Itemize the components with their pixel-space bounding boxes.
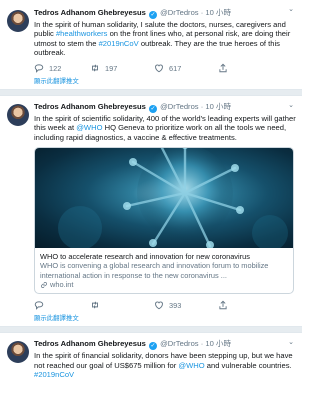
link-card[interactable]: WHO to accelerate research and innovatio… bbox=[34, 147, 294, 295]
share-icon bbox=[219, 300, 227, 310]
tweet[interactable]: Tedros Adhanom Ghebreyesus ✓ @DrTedros ·… bbox=[0, 96, 302, 311]
tweet-actions: 122 197 617 bbox=[34, 62, 296, 74]
like-count: 617 bbox=[169, 63, 182, 73]
tweet-time[interactable]: 10 小時 bbox=[205, 339, 231, 348]
card-domain-text: who.int bbox=[50, 279, 74, 289]
card-title: WHO to accelerate research and innovatio… bbox=[40, 252, 250, 262]
link-icon bbox=[41, 281, 47, 288]
tweet[interactable]: Tedros Adhanom Ghebreyesus ✓ @DrTedros ·… bbox=[0, 0, 302, 74]
share-button[interactable] bbox=[218, 63, 233, 73]
verified-icon: ✓ bbox=[148, 105, 157, 114]
author-handle[interactable]: @DrTedros bbox=[160, 8, 199, 17]
timeline-feed: Tedros Adhanom Ghebreyesus ✓ @DrTedros ·… bbox=[0, 0, 302, 420]
tweet[interactable]: Tedros Adhanom Ghebreyesus ✓ @DrTedros ·… bbox=[0, 333, 302, 379]
hashtag-link[interactable]: #2019nCoV bbox=[99, 39, 139, 48]
mention-link[interactable]: @WHO bbox=[178, 361, 204, 370]
retweet-count: 197 bbox=[105, 63, 118, 73]
heart-icon bbox=[155, 64, 163, 73]
tweet-text: In the spirit of financial solidarity, d… bbox=[34, 351, 296, 379]
like-count: 393 bbox=[169, 300, 182, 310]
divider bbox=[0, 89, 302, 97]
retweet-icon bbox=[92, 64, 98, 72]
reply-count: 122 bbox=[49, 63, 62, 73]
card-body: WHO to accelerate research and innovatio… bbox=[35, 248, 293, 293]
avatar[interactable] bbox=[7, 10, 29, 32]
chevron-down-icon[interactable]: ⌄ bbox=[288, 101, 294, 109]
card-image bbox=[35, 148, 293, 249]
tweet-header: Tedros Adhanom Ghebreyesus ✓ @DrTedros ·… bbox=[34, 102, 232, 114]
show-translation-link[interactable]: 顯示此翻譯推文 bbox=[0, 311, 302, 326]
author-handle[interactable]: @DrTedros bbox=[160, 102, 199, 111]
tweet-text: In the spirit of human solidarity, I sal… bbox=[34, 20, 296, 57]
card-description: WHO is convening a global research and i… bbox=[40, 261, 269, 280]
tweet-time[interactable]: 10 小時 bbox=[205, 8, 231, 17]
show-translation-link[interactable]: 顯示此翻譯推文 bbox=[0, 74, 302, 89]
text-segment: and vulnerable countries. bbox=[204, 360, 292, 370]
verified-icon: ✓ bbox=[148, 342, 157, 351]
author-handle[interactable]: @DrTedros bbox=[160, 339, 199, 348]
hashtag-link[interactable]: #healthworkers bbox=[56, 29, 108, 38]
retweet-icon bbox=[92, 301, 98, 309]
chevron-down-icon[interactable]: ⌄ bbox=[288, 5, 294, 13]
avatar[interactable] bbox=[7, 341, 29, 364]
card-domain: who.int bbox=[40, 280, 288, 289]
heart-icon bbox=[155, 301, 163, 310]
mention-link[interactable]: @WHO bbox=[76, 123, 102, 132]
retweet-button[interactable] bbox=[90, 300, 148, 310]
like-button[interactable]: 393 bbox=[154, 300, 218, 310]
retweet-button[interactable]: 197 bbox=[90, 63, 148, 73]
author-name[interactable]: Tedros Adhanom Ghebreyesus bbox=[34, 339, 146, 348]
chevron-down-icon[interactable]: ⌄ bbox=[288, 338, 294, 346]
reply-button[interactable] bbox=[34, 300, 90, 311]
avatar[interactable] bbox=[7, 104, 29, 127]
author-name[interactable]: Tedros Adhanom Ghebreyesus bbox=[34, 102, 146, 111]
tweet-header: Tedros Adhanom Ghebreyesus ✓ @DrTedros ·… bbox=[34, 8, 232, 19]
verified-icon: ✓ bbox=[148, 11, 157, 19]
tweet-header: Tedros Adhanom Ghebreyesus ✓ @DrTedros ·… bbox=[34, 339, 232, 351]
tweet-text: In the spirit of scientific solidarity, … bbox=[34, 114, 296, 142]
divider bbox=[0, 326, 302, 334]
author-name[interactable]: Tedros Adhanom Ghebreyesus bbox=[34, 8, 146, 17]
reply-icon bbox=[34, 64, 44, 74]
tweet-time[interactable]: 10 小時 bbox=[205, 102, 231, 111]
share-icon bbox=[219, 63, 227, 73]
reply-icon bbox=[34, 301, 44, 311]
like-button[interactable]: 617 bbox=[154, 63, 218, 73]
hashtag-link[interactable]: #2019nCoV bbox=[34, 370, 74, 379]
coronavirus-image bbox=[58, 148, 288, 249]
reply-button[interactable]: 122 bbox=[34, 63, 90, 74]
tweet-actions: 393 bbox=[34, 299, 296, 311]
share-button[interactable] bbox=[218, 300, 233, 310]
